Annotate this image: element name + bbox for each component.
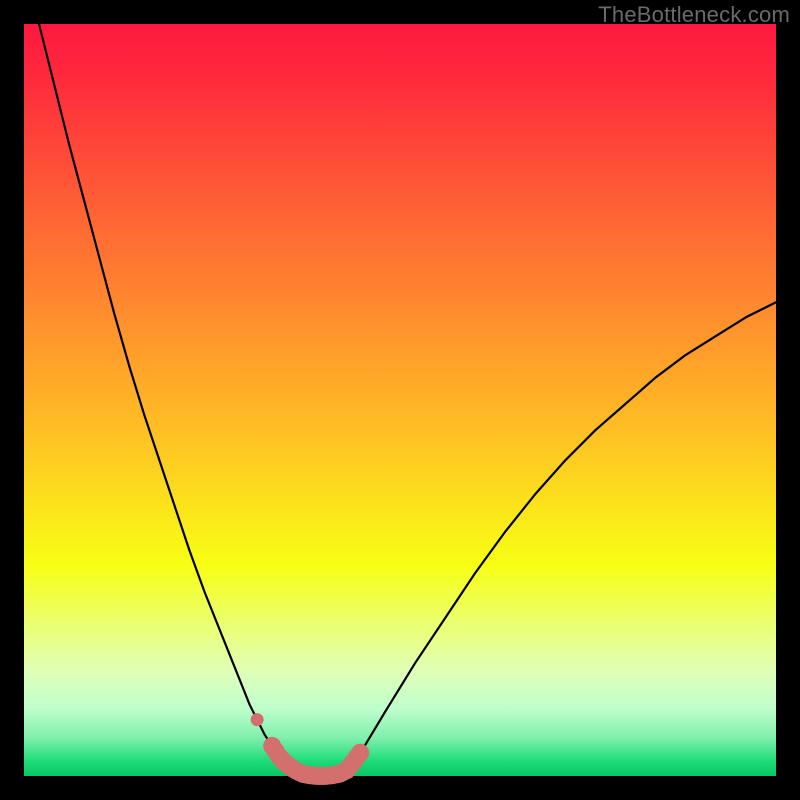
watermark-text: TheBottleneck.com [598, 2, 790, 28]
curve-marker [351, 744, 369, 762]
plot-area [24, 24, 776, 776]
curve-marker-isolated [251, 713, 264, 726]
bottleneck-curve [39, 24, 776, 776]
curve-layer [24, 24, 776, 776]
curve-markers [251, 713, 370, 785]
